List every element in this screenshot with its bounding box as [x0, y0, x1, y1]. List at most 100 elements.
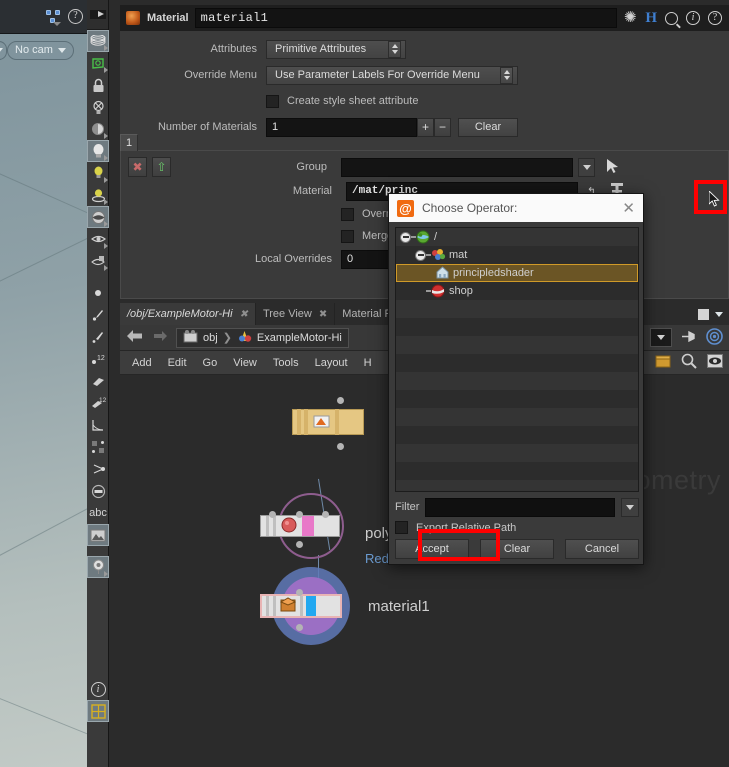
pin-marker-icon[interactable]	[87, 556, 109, 578]
export-relative-path-checkbox[interactable]	[395, 521, 408, 534]
multiparm-tab-1[interactable]: 1	[120, 134, 138, 151]
back-arrow-icon[interactable]	[126, 329, 144, 346]
menu-edit[interactable]: Edit	[168, 357, 187, 369]
help-icon[interactable]: ?	[708, 11, 722, 25]
tree-item-shop[interactable]: shop	[396, 282, 638, 300]
sweep-icon[interactable]	[87, 370, 109, 392]
choose-operator-dialog[interactable]: Choose Operator: ✕ / mat principle	[388, 193, 644, 565]
breadcrumb-item-obj[interactable]: obj	[203, 332, 218, 344]
group-input[interactable]	[341, 158, 573, 177]
light-bulb-icon[interactable]	[87, 140, 109, 162]
lock-icon[interactable]	[87, 74, 109, 96]
transform-handle-icon[interactable]	[87, 436, 109, 458]
delete-instance-button[interactable]: ✖	[128, 157, 147, 177]
close-icon[interactable]: ✕	[622, 201, 635, 216]
breadcrumb-item-examplemotor[interactable]: ExampleMotor-Hi	[257, 332, 342, 344]
insert-instance-button[interactable]: ⇧	[152, 157, 171, 177]
info-icon[interactable]: i	[686, 11, 700, 25]
close-icon[interactable]: ✖	[240, 309, 248, 320]
menu-add[interactable]: Add	[132, 357, 152, 369]
help-icon[interactable]: ?	[68, 9, 83, 24]
node-name-input[interactable]: material1	[195, 8, 618, 28]
network-filter-dropdown[interactable]	[650, 328, 672, 347]
sweep-12-icon[interactable]: 12	[87, 392, 109, 414]
node-output-dot[interactable]	[296, 541, 303, 548]
display-eye-icon[interactable]	[707, 354, 723, 371]
tab-tree-view[interactable]: Tree View ✖	[256, 303, 335, 325]
menu-view[interactable]: View	[233, 357, 257, 369]
info-icon[interactable]: i	[87, 678, 109, 700]
node-material1[interactable]	[260, 567, 380, 639]
create-style-sheet-checkbox[interactable]	[266, 95, 279, 108]
houdini-h-icon[interactable]: H	[645, 10, 657, 27]
viewport-3d[interactable]: ? No cam	[0, 0, 87, 767]
group-dropdown-button[interactable]	[578, 158, 595, 177]
menu-help[interactable]: H	[364, 357, 372, 369]
no-light-icon[interactable]	[87, 96, 109, 118]
camera-eye-icon[interactable]	[87, 228, 109, 250]
operator-tree[interactable]: / mat principledshader shop	[395, 227, 639, 492]
search-icon[interactable]	[681, 353, 697, 372]
overrides-checkbox[interactable]	[341, 208, 354, 221]
node-subnet[interactable]	[284, 403, 364, 441]
node-output-dot[interactable]	[296, 624, 303, 631]
cancel-button[interactable]: Cancel	[565, 539, 639, 559]
brush-icon[interactable]	[87, 304, 109, 326]
camera-paint-icon[interactable]	[87, 250, 109, 272]
node-input-dot[interactable]	[296, 511, 303, 518]
forward-arrow-icon[interactable]	[152, 330, 168, 345]
tab-obj-examplemotor-hi[interactable]: /obj/ExampleMotor-Hi ✖	[120, 303, 256, 325]
target-icon[interactable]	[706, 328, 723, 348]
collapse-icon[interactable]	[415, 250, 426, 261]
pin-icon[interactable]	[680, 329, 698, 347]
disc-icon[interactable]	[87, 480, 109, 502]
paint-stroke-icon[interactable]	[87, 326, 109, 348]
accept-button[interactable]: Accept	[395, 539, 469, 559]
select-icon[interactable]	[87, 30, 109, 52]
close-icon[interactable]: ✖	[319, 309, 327, 320]
node-output-dot[interactable]	[337, 443, 344, 450]
joint-icon[interactable]	[87, 458, 109, 480]
filter-input[interactable]	[425, 498, 615, 517]
point-light-icon[interactable]	[87, 162, 109, 184]
spinner-icon[interactable]	[500, 67, 513, 84]
point-icon[interactable]	[87, 282, 109, 304]
clear-button[interactable]: Clear	[480, 539, 554, 559]
lasso-icon[interactable]	[87, 52, 109, 74]
node-input-dot[interactable]	[296, 589, 303, 596]
tree-item-principledshader[interactable]: principledshader	[396, 264, 638, 282]
menu-go[interactable]: Go	[203, 357, 218, 369]
pane-menu-icon[interactable]	[715, 312, 723, 317]
network-nodes-icon[interactable]	[46, 10, 61, 24]
menu-tools[interactable]: Tools	[273, 357, 299, 369]
box-icon[interactable]	[655, 354, 671, 371]
tree-item-mat[interactable]: mat	[396, 246, 638, 264]
grid-icon[interactable]	[87, 700, 109, 722]
shading-icon[interactable]	[87, 118, 109, 140]
angle-icon[interactable]	[87, 414, 109, 436]
breadcrumb-path[interactable]: obj ❯ ExampleMotor-Hi	[176, 328, 349, 348]
camera-selector-row[interactable]: No cam	[0, 38, 87, 62]
node-input-dot[interactable]	[269, 511, 276, 518]
node-output-dot[interactable]	[337, 397, 344, 404]
collapse-icon[interactable]	[400, 232, 411, 243]
text-abc-icon[interactable]: abc	[87, 502, 109, 524]
group-pick-icon[interactable]	[606, 158, 620, 177]
environment-light-icon[interactable]	[87, 206, 109, 228]
camera-prev-button[interactable]	[0, 41, 7, 60]
image-plane-icon[interactable]	[87, 524, 109, 546]
particles-12-icon[interactable]: 12	[87, 348, 109, 370]
node-input-dot[interactable]	[322, 511, 329, 518]
tool-shelf[interactable]: 12 12 abc i	[87, 0, 109, 767]
filter-dropdown-button[interactable]	[621, 498, 639, 517]
attributes-dropdown[interactable]: Primitive Attributes	[266, 40, 406, 59]
search-icon[interactable]	[665, 12, 678, 25]
shelf-collapse-bar[interactable]	[87, 0, 108, 30]
menu-layout[interactable]: Layout	[315, 357, 348, 369]
override-menu-dropdown[interactable]: Use Parameter Labels For Override Menu	[266, 66, 518, 85]
merge-overrides-checkbox[interactable]	[341, 230, 354, 243]
area-light-icon[interactable]	[87, 184, 109, 206]
gear-icon[interactable]: ✺	[623, 11, 637, 25]
camera-dropdown[interactable]: No cam	[7, 41, 74, 60]
node-polyreduce1[interactable]	[260, 493, 380, 561]
